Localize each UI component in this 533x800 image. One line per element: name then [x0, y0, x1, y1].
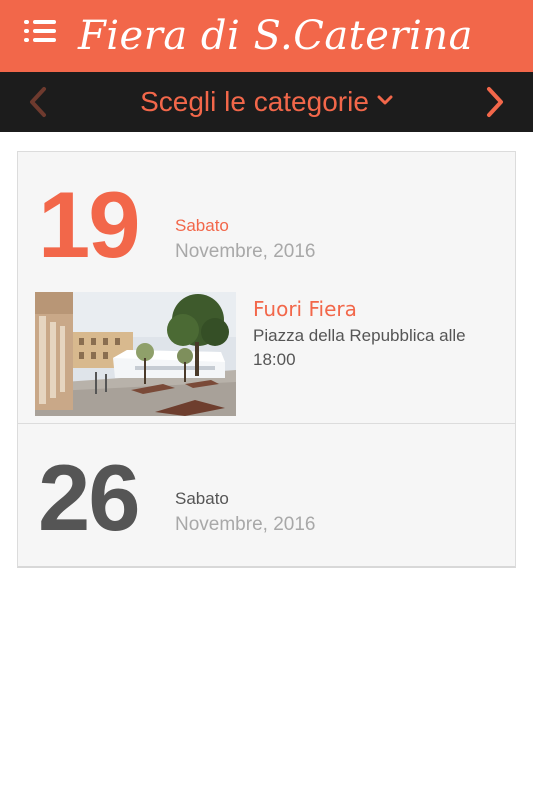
chevron-right-icon — [487, 87, 503, 117]
event-description: Piazza della Repubblica alle 18:00 — [253, 326, 466, 369]
day-number: 19 — [38, 172, 141, 277]
month-year-label: Novembre, 2016 — [175, 514, 316, 535]
date-group: 19 Sabato Novembre, 2016 Fuori Fiera Pia… — [18, 152, 515, 424]
category-dropdown-label: Scegli le categorie — [140, 86, 369, 117]
app-header: Fiera di S.Caterina — [0, 0, 533, 78]
category-bar: Scegli le categorie — [0, 72, 533, 132]
menu-list-icon[interactable] — [24, 20, 56, 46]
chevron-left-icon — [30, 87, 46, 117]
category-dropdown[interactable]: Scegli le categorie — [0, 72, 533, 132]
app-title: Fiera di S.Caterina — [78, 13, 473, 59]
weekday-label: Sabato — [175, 216, 229, 235]
event-title: Fuori Fiera — [253, 297, 357, 321]
date-group: 26 Sabato Novembre, 2016 — [18, 425, 515, 567]
previous-button[interactable] — [22, 84, 58, 120]
event-thumbnail — [35, 292, 236, 416]
event-list: 19 Sabato Novembre, 2016 Fuori Fiera Pia… — [17, 151, 516, 568]
next-button[interactable] — [475, 84, 511, 120]
chevron-down-icon — [377, 95, 393, 105]
month-year-label: Novembre, 2016 — [175, 241, 316, 262]
weekday-label: Sabato — [175, 489, 229, 508]
event-item[interactable]: Fuori Fiera Piazza della Repubblica alle… — [35, 292, 505, 416]
day-number: 26 — [38, 445, 141, 550]
